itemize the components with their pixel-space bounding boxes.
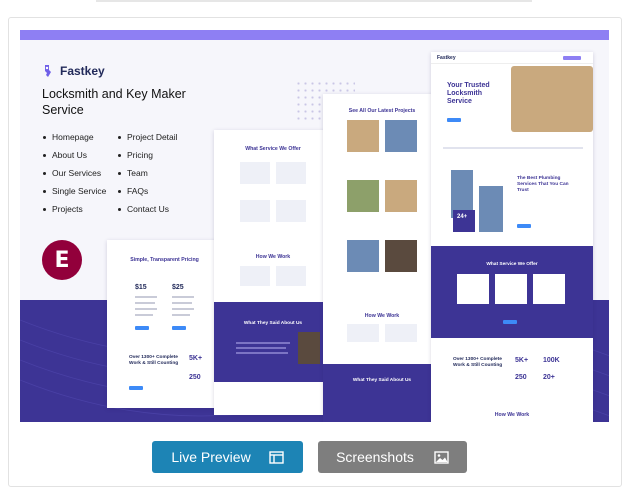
stats-heading: Over 1300+ Complete Work & Still Countin…: [129, 355, 179, 366]
screenshot-services: What Service We Offer How We Work What T…: [214, 130, 332, 415]
page-list-col1: Homepage About Us Our Services Single Se…: [43, 131, 106, 221]
screenshots-label: Screenshots: [336, 449, 414, 465]
testimonials-heading: What They Said About Us: [243, 321, 303, 326]
years-badge-text: 24+: [457, 214, 468, 220]
layout-icon: [268, 450, 284, 464]
how-we-work-heading-2: How We Work: [364, 313, 400, 319]
screenshot-home: Fastkey Your Trusted Locksmith Service 2…: [431, 52, 593, 422]
page-list-item: Our Services: [43, 167, 106, 185]
page-list-item: About Us: [43, 149, 106, 167]
live-preview-label: Live Preview: [171, 449, 251, 465]
live-preview-button[interactable]: Live Preview: [152, 441, 303, 473]
top-divider: [96, 0, 532, 2]
page-list-item: Projects: [43, 203, 106, 221]
page-list-item: Team: [118, 167, 178, 185]
price-premium: $25: [172, 284, 184, 291]
page-list-item: Pricing: [118, 149, 178, 167]
page-list-item: Single Service: [43, 185, 106, 203]
plumbing-heading: The Best Plumbing Services That You Can …: [517, 176, 569, 193]
stats-heading-2: Over 1300+ Complete Work & Still Countin…: [453, 357, 503, 368]
projects-heading: See All Our Latest Projects: [348, 108, 416, 114]
pricing-heading: Simple, Transparent Pricing: [130, 257, 199, 263]
stat-20: 20+: [543, 374, 555, 381]
testimonials-heading-2: What They Said About Us: [352, 378, 412, 383]
stat-250-2: 250: [515, 374, 527, 381]
screenshot-projects: See All Our Latest Projects How We Work …: [323, 94, 441, 422]
brand-name: Fastkey: [60, 64, 105, 78]
elementor-logo: E: [42, 240, 82, 280]
hero-heading: Your Trusted Locksmith Service: [447, 82, 490, 105]
mini-logo: Fastkey: [437, 55, 456, 61]
preview-top-bar: [20, 30, 609, 40]
stat-250: 250: [189, 374, 201, 381]
services-heading: What Service We Offer: [245, 146, 301, 152]
theme-preview-image[interactable]: Fastkey Locksmith and Key Maker Service …: [20, 30, 609, 422]
page-list-item: Contact Us: [118, 203, 178, 221]
screenshot-pricing: Simple, Transparent Pricing $15 $25 Over…: [107, 240, 222, 408]
elementor-glyph: E: [54, 247, 70, 273]
page-list-col2: Project Detail Pricing Team FAQs Contact…: [118, 131, 178, 221]
key-logo-icon: [45, 65, 51, 77]
services-heading-2: What Service We Offer: [486, 262, 538, 267]
screenshots-button[interactable]: Screenshots: [318, 441, 467, 473]
page-list-item: Project Detail: [118, 131, 178, 149]
stat-5k: 5K+: [189, 355, 203, 362]
product-title: Locksmith and Key Maker Service: [42, 87, 186, 117]
stat-100k: 100K: [543, 357, 560, 364]
how-we-work-heading: How We Work: [255, 254, 291, 260]
how-we-work-heading-3: How We Work: [494, 412, 530, 418]
page-list-item: FAQs: [118, 185, 178, 203]
price-basic: $15: [135, 284, 147, 291]
stat-5k-2: 5K+: [515, 357, 529, 364]
page-list-item: Homepage: [43, 131, 106, 149]
image-icon: [434, 450, 449, 464]
brand-logo: Fastkey: [42, 64, 105, 78]
